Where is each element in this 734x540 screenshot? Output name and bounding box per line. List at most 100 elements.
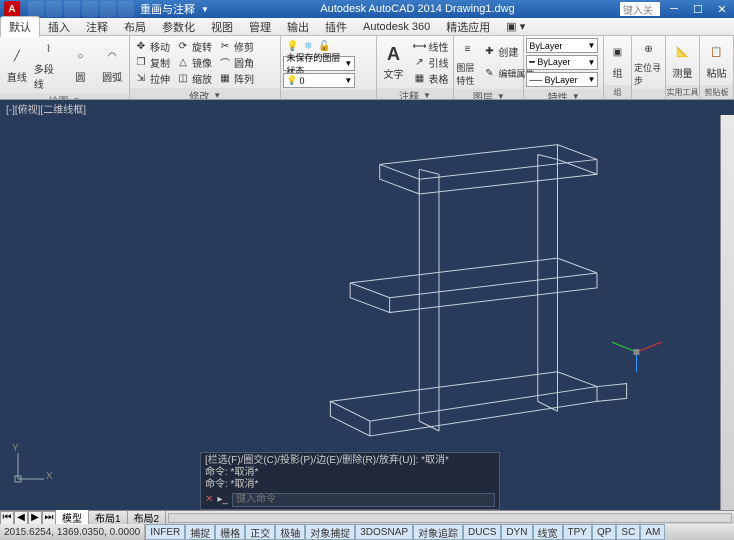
horizontal-scrollbar[interactable] — [168, 513, 732, 523]
qat-redo-icon[interactable] — [100, 1, 116, 17]
panel-properties: ByLayer▼ ━ ByLayer▼ ── ByLayer▼ 特性▼ — [524, 36, 604, 99]
qat-undo-icon[interactable] — [82, 1, 98, 17]
leader-button[interactable]: ↗引线 — [411, 54, 451, 70]
maximize-button[interactable]: ☐ — [686, 1, 710, 17]
scale-icon: ◫ — [176, 71, 190, 85]
tab-featured[interactable]: 精选应用 — [438, 17, 498, 37]
tab-layout1[interactable]: 布局1 — [89, 510, 128, 525]
status-polar[interactable]: 极轴 — [275, 524, 305, 540]
tab-last-button[interactable]: ⏭ — [42, 511, 56, 525]
move-button[interactable]: ✥移动 — [132, 38, 172, 54]
status-sc[interactable]: SC — [616, 524, 640, 540]
workspace-label: 重画与注释 — [140, 1, 195, 17]
ribbon: ╱直线 ⌇多段线 ○圆 ◠圆弧 绘图▼ ✥移动 ❐复制 ⇲拉伸 ⟳旋转 △镜像 … — [0, 36, 734, 100]
layers-icon: ≡ — [456, 38, 478, 60]
vertical-scrollbar[interactable] — [720, 115, 734, 510]
color-combo[interactable]: ByLayer▼ — [526, 38, 598, 53]
tab-view[interactable]: 视图 — [203, 17, 241, 37]
layer-props-button[interactable]: ≡图层特性 — [456, 38, 478, 87]
app-logo-icon[interactable]: A — [4, 1, 20, 17]
array-button[interactable]: ▦阵列 — [216, 70, 256, 86]
tab-manage[interactable]: 管理 — [241, 17, 279, 37]
drawing-canvas[interactable] — [0, 115, 720, 510]
paste-button[interactable]: 📋粘贴 — [702, 38, 731, 83]
panel-layer: ≡图层特性 ✚创建 ✎编辑属性 图层▼ — [454, 36, 524, 99]
locate-button[interactable]: ⊕定位寻步 — [634, 38, 663, 87]
qat-open-icon[interactable] — [46, 1, 62, 17]
close-button[interactable]: ✕ — [710, 1, 734, 17]
qat-save-icon[interactable] — [64, 1, 80, 17]
tab-next-button[interactable]: ▶ — [28, 511, 42, 525]
line-button[interactable]: ╱直线 — [2, 38, 32, 91]
tab-insert[interactable]: 插入 — [40, 17, 78, 37]
tab-model[interactable]: 模型 — [56, 510, 89, 525]
status-otrack[interactable]: 对象追踪 — [413, 524, 463, 540]
text-button[interactable]: A文字 — [379, 38, 409, 86]
command-input[interactable]: 键入命令 — [232, 493, 495, 507]
panel-modify-label[interactable]: 修改▼ — [130, 88, 280, 100]
locate-icon: ⊕ — [638, 38, 660, 60]
linear-dim-button[interactable]: ⟷线性 — [411, 38, 451, 54]
qat-print-icon[interactable] — [118, 1, 134, 17]
status-qp[interactable]: QP — [592, 524, 616, 540]
status-tpy[interactable]: TPY — [563, 524, 592, 540]
status-am[interactable]: AM — [640, 524, 665, 540]
command-history-line: 命令: *取消* — [205, 479, 495, 491]
lineweight-combo[interactable]: ━ ByLayer▼ — [526, 55, 598, 70]
close-icon[interactable]: ✕ — [205, 494, 213, 506]
circle-button[interactable]: ○圆 — [66, 38, 96, 91]
measure-button[interactable]: 📐测量 — [668, 38, 697, 83]
minimize-button[interactable]: ─ — [662, 1, 686, 17]
status-ducs[interactable]: DUCS — [463, 524, 501, 540]
layer-combo[interactable]: 💡0▼ — [283, 73, 355, 88]
status-3dosnap[interactable]: 3DOSNAP — [355, 524, 413, 540]
panel-properties-label[interactable]: 特性▼ — [524, 89, 603, 100]
tab-prev-button[interactable]: ◀ — [14, 511, 28, 525]
layer-state-combo[interactable]: 未保存的图层状态▼ — [283, 56, 355, 71]
polyline-button[interactable]: ⌇多段线 — [34, 38, 64, 91]
create-icon: ✚ — [482, 45, 496, 59]
group-button[interactable]: ▣组 — [606, 38, 629, 83]
arc-button[interactable]: ◠圆弧 — [97, 38, 127, 91]
fillet-button[interactable]: ⌒圆角 — [216, 54, 256, 70]
circle-icon: ○ — [69, 46, 91, 68]
status-dyn[interactable]: DYN — [501, 524, 532, 540]
move-icon: ✥ — [134, 39, 148, 53]
linetype-combo[interactable]: ── ByLayer▼ — [526, 72, 598, 87]
mirror-icon: △ — [176, 55, 190, 69]
status-osnap[interactable]: 对象捕捉 — [305, 524, 355, 540]
status-lw[interactable]: 线宽 — [533, 524, 563, 540]
help-search-input[interactable]: 键入关 — [620, 2, 660, 16]
stretch-button[interactable]: ⇲拉伸 — [132, 70, 172, 86]
status-snap[interactable]: 捕捉 — [185, 524, 215, 540]
panel-clipboard: 📋粘贴 剪贴板 — [700, 36, 734, 99]
scale-button[interactable]: ◫缩放 — [174, 70, 214, 86]
tab-first-button[interactable]: ⏮ — [0, 511, 14, 525]
linear-icon: ⟷ — [413, 39, 427, 53]
tab-default[interactable]: 默认 — [0, 16, 40, 37]
tab-a360[interactable]: Autodesk 360 — [355, 19, 438, 35]
status-infer[interactable]: INFER — [145, 524, 185, 540]
tab-parametric[interactable]: 参数化 — [154, 17, 203, 37]
coordinate-readout[interactable]: 2015.6254, 1369.0350, 0.0000 — [0, 524, 145, 540]
panel-layer-label[interactable]: 图层▼ — [454, 89, 523, 100]
tab-plugins[interactable]: 插件 — [317, 17, 355, 37]
workspace-selector[interactable]: 重画与注释 ▼ — [134, 1, 215, 17]
status-grid[interactable]: 栅格 — [215, 524, 245, 540]
trim-button[interactable]: ✂修剪 — [216, 38, 256, 54]
qat-new-icon[interactable] — [28, 1, 44, 17]
panel-draw-label[interactable]: 绘图▼ — [0, 93, 129, 100]
command-window[interactable]: [栏选(F)/圈交(C)/投影(P)/边(E)/删除(R)/放弃(U)]: *取… — [200, 452, 500, 510]
panel-annotation-label[interactable]: 注释▼ — [377, 88, 454, 100]
mirror-button[interactable]: △镜像 — [174, 54, 214, 70]
status-ortho[interactable]: 正交 — [245, 524, 275, 540]
tab-layout2[interactable]: 布局2 — [128, 510, 167, 525]
copy-button[interactable]: ❐复制 — [132, 54, 172, 70]
table-button[interactable]: ▦表格 — [411, 70, 451, 86]
tab-expand[interactable]: ▣ ▾ — [498, 18, 533, 35]
tab-annotate[interactable]: 注释 — [78, 17, 116, 37]
layout-tab-bar: ⏮ ◀ ▶ ⏭ 模型 布局1 布局2 — [0, 510, 734, 524]
tab-layout[interactable]: 布局 — [116, 17, 154, 37]
rotate-button[interactable]: ⟳旋转 — [174, 38, 214, 54]
tab-output[interactable]: 输出 — [279, 17, 317, 37]
